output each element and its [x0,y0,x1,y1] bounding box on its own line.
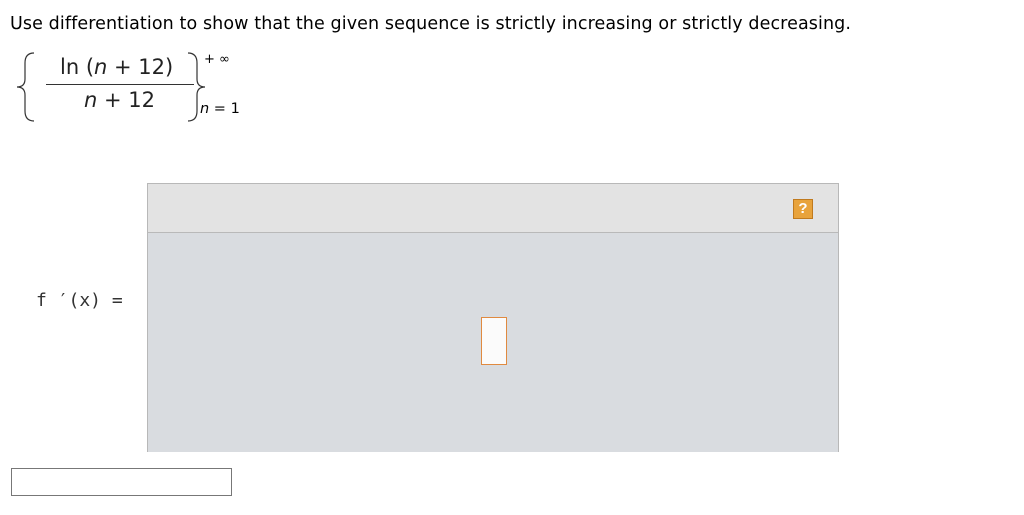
left-brace [16,52,35,122]
question-instruction: Use differentiation to show that the giv… [10,14,852,34]
help-button[interactable]: ? [793,199,813,219]
sequence-expression: ln (n + 12) n + 12 + ∞ n = 1 [14,50,254,130]
sequence-numerator: ln (n + 12) [60,55,174,79]
derivative-label: f ′(x) = [36,290,123,311]
answer-input[interactable] [11,468,232,496]
fraction-bar [46,84,194,85]
sequence-lower-limit: n = 1 [200,101,240,117]
sequence-denominator: n + 12 [84,88,155,112]
math-editor-panel[interactable]: ? [147,183,839,452]
math-editor-toolbar: ? [148,184,838,233]
math-input-placeholder[interactable] [481,317,507,365]
sequence-upper-limit: + ∞ [204,52,230,67]
